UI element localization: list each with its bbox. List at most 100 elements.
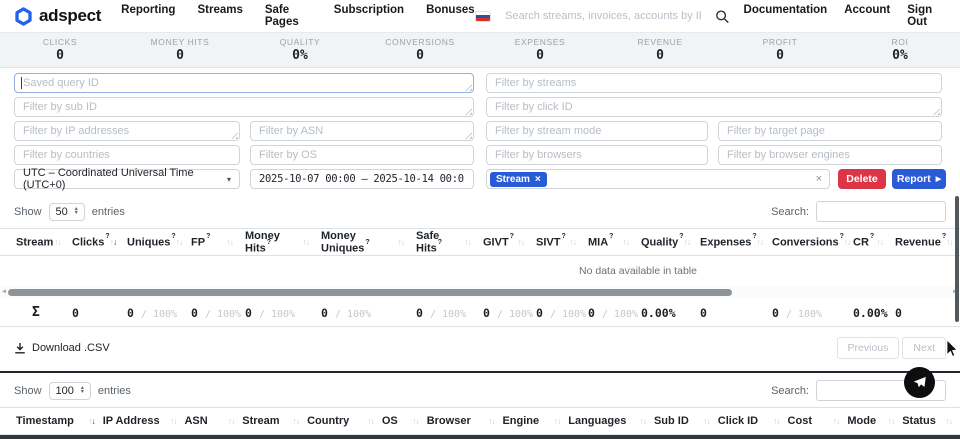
- adspect-logo[interactable]: adspect: [14, 6, 101, 26]
- timezone-select[interactable]: UTC – Coordinated Universal Time (UTC+0)…: [14, 169, 240, 189]
- date-range-input[interactable]: [250, 169, 474, 189]
- stats-bar: CLICKS 0 MONEY HITS 0 QUALITY 0% CONVERS…: [0, 33, 960, 68]
- report-button[interactable]: Report ▶: [892, 169, 946, 189]
- stream-mode-input[interactable]: [486, 121, 708, 141]
- russian-flag-icon[interactable]: [475, 11, 491, 22]
- countries-input[interactable]: [14, 145, 240, 165]
- col-expenses[interactable]: Expenses? ↑↓: [700, 236, 772, 249]
- col-conversions[interactable]: Conversions? ↑↓: [772, 236, 853, 249]
- col-stream[interactable]: Stream ↑↓: [16, 236, 72, 249]
- column-label: Browser: [427, 415, 471, 427]
- column-label: Conversions?: [772, 236, 844, 249]
- scrollbar-thumb[interactable]: [8, 289, 732, 296]
- col-mode[interactable]: Mode ↑↓: [847, 415, 902, 427]
- os-input[interactable]: [250, 145, 474, 165]
- ip-addresses-input[interactable]: [14, 121, 240, 141]
- col-givt[interactable]: GIVT? ↑↓: [483, 236, 536, 249]
- page-size-select-2[interactable]: 100 ▴▾: [49, 382, 91, 400]
- report-type-select[interactable]: Stream × ×: [486, 169, 830, 189]
- table2-controls: Show 100 ▴▾ entries Search:: [0, 373, 960, 407]
- col-country[interactable]: Country ↑↓: [307, 415, 382, 427]
- col-engine[interactable]: Engine ↑↓: [502, 415, 568, 427]
- summary-uniques: 0/ 100%: [127, 306, 191, 320]
- col-languages[interactable]: Languages ↑↓: [568, 415, 654, 427]
- nav-bonuses[interactable]: Bonuses: [426, 4, 475, 28]
- summary-sivt: 0/ 100%: [536, 306, 588, 320]
- col-safe-hits[interactable]: Safe Hits? ↑↓: [416, 230, 483, 255]
- next-button[interactable]: Next: [902, 337, 946, 359]
- sort-icon: ↑↓: [518, 237, 525, 247]
- target-page-input[interactable]: [718, 121, 942, 141]
- stat-money-hits: MONEY HITS 0: [120, 37, 240, 63]
- clear-selection-icon[interactable]: ×: [816, 173, 822, 185]
- browser-engines-input[interactable]: [718, 145, 942, 165]
- table1-horizontal-scrollbar[interactable]: ◄ ►: [0, 286, 960, 299]
- nav-documentation[interactable]: Documentation: [744, 4, 828, 28]
- spinner-arrows-icon: ▴▾: [75, 208, 78, 215]
- nav-safe-pages[interactable]: Safe Pages: [265, 4, 312, 28]
- summary-sigma: Σ: [16, 305, 72, 320]
- filters-panel: UTC – Coordinated Universal Time (UTC+0)…: [0, 68, 960, 194]
- col-sub-id[interactable]: Sub ID ↑↓: [654, 415, 718, 427]
- previous-button[interactable]: Previous: [837, 337, 900, 359]
- streams-filter-input[interactable]: [486, 73, 942, 93]
- column-label: Revenue?: [895, 236, 946, 249]
- page-size-select[interactable]: 50 ▴▾: [49, 203, 85, 221]
- saved-query-input[interactable]: [14, 73, 474, 93]
- col-os[interactable]: OS ↑↓: [382, 415, 427, 427]
- delete-button[interactable]: Delete: [838, 169, 886, 189]
- col-sivt[interactable]: SIVT? ↑↓: [536, 236, 588, 249]
- col-cost[interactable]: Cost ↑↓: [788, 415, 848, 427]
- col-money-hits[interactable]: Money Hits? ↑↓: [245, 230, 321, 255]
- col-status[interactable]: Status ↑↓: [902, 415, 960, 427]
- sub-id-input[interactable]: [14, 97, 474, 117]
- col-money-uniques[interactable]: Money Uniques? ↑↓: [321, 230, 416, 255]
- remove-tag-icon[interactable]: ×: [535, 174, 541, 185]
- download-icon: [14, 342, 26, 354]
- col-browser[interactable]: Browser ↑↓: [427, 415, 503, 427]
- column-label: Quality?: [641, 236, 684, 249]
- scroll-left-icon[interactable]: ◄: [1, 289, 7, 295]
- nav-account[interactable]: Account: [844, 4, 890, 28]
- col-mia[interactable]: MIA? ↑↓: [588, 236, 641, 249]
- col-stream2[interactable]: Stream ↑↓: [242, 415, 307, 427]
- col-fp[interactable]: FP? ↑↓: [191, 236, 245, 249]
- browsers-input[interactable]: [486, 145, 708, 165]
- telegram-plane-icon: [912, 375, 927, 390]
- click-id-input[interactable]: [486, 97, 942, 117]
- col-ip-address[interactable]: IP Address ↑↓: [103, 415, 185, 427]
- summary-clicks: 0: [72, 306, 127, 320]
- download-csv-link[interactable]: Download .CSV: [14, 342, 110, 354]
- column-label: Country: [307, 415, 349, 427]
- top-navbar: adspect Reporting Streams Safe Pages Sub…: [0, 0, 960, 33]
- nav-reporting[interactable]: Reporting: [121, 4, 175, 28]
- table2-horizontal-scrollbar[interactable]: [0, 435, 960, 439]
- column-label: Safe Hits?: [416, 230, 465, 255]
- summary-safe-hits: 0/ 100%: [416, 306, 483, 320]
- column-label: GIVT?: [483, 236, 514, 249]
- summary-money-uniques: 0/ 100%: [321, 306, 416, 320]
- col-cr[interactable]: CR? ↑↓: [853, 236, 895, 249]
- nav-sign-out[interactable]: Sign Out: [907, 4, 946, 28]
- os-field: [250, 145, 474, 165]
- col-timestamp[interactable]: Timestamp ↑↓: [16, 415, 103, 427]
- col-revenue[interactable]: Revenue? ↑↓: [895, 236, 955, 249]
- stream-filter-tag[interactable]: Stream ×: [490, 172, 547, 187]
- table1-search-input[interactable]: [816, 201, 946, 222]
- streams-filter-field: [486, 73, 942, 93]
- col-uniques[interactable]: Uniques? ↑↓: [127, 236, 191, 249]
- search-icon[interactable]: [715, 9, 729, 24]
- sub-id-field: [14, 97, 474, 117]
- page-vertical-scrollbar[interactable]: [955, 196, 959, 322]
- asn-input[interactable]: [250, 121, 474, 141]
- col-click-id[interactable]: Click ID ↑↓: [718, 415, 788, 427]
- telegram-chat-button[interactable]: [904, 367, 935, 398]
- nav-subscription[interactable]: Subscription: [334, 4, 404, 28]
- col-clicks[interactable]: Clicks? ↑↓: [72, 236, 127, 249]
- global-search-input[interactable]: [505, 10, 701, 22]
- nav-streams[interactable]: Streams: [197, 4, 242, 28]
- saved-query-field: [14, 73, 474, 93]
- adspect-dashboard: adspect Reporting Streams Safe Pages Sub…: [0, 0, 960, 439]
- col-asn[interactable]: ASN ↑↓: [184, 415, 242, 427]
- col-quality[interactable]: Quality? ↑↓: [641, 236, 700, 249]
